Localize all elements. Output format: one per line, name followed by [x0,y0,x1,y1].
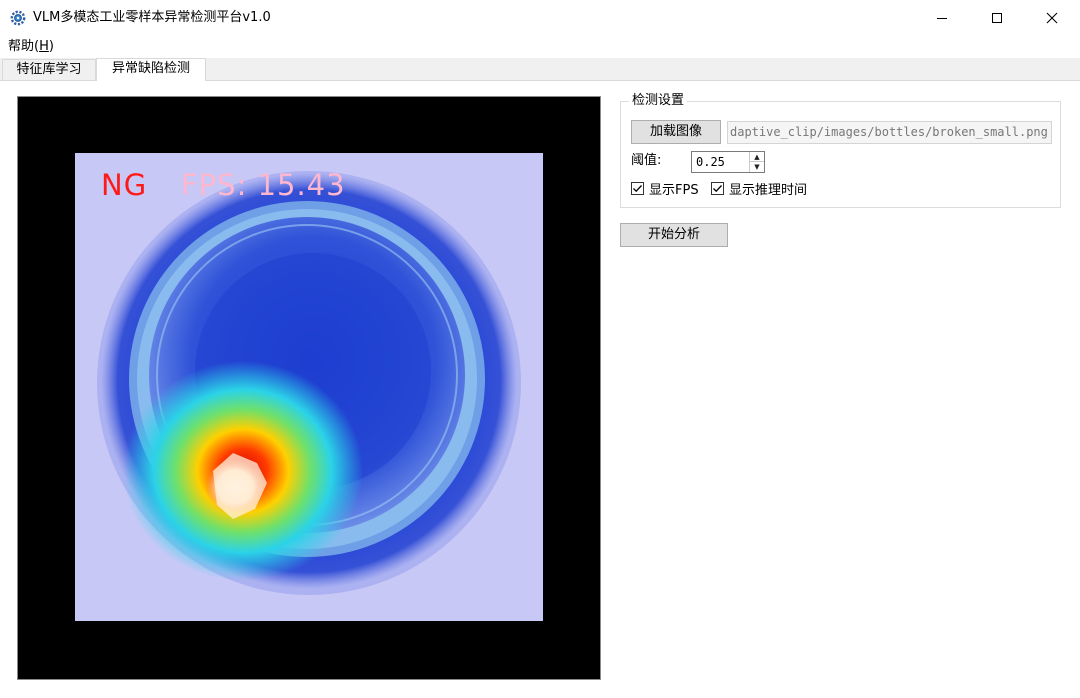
show-inference-time-label: 显示推理时间 [729,182,808,198]
result-image: NG FPS: 15.43 [75,153,543,621]
maximize-button[interactable] [971,0,1023,36]
show-inference-time-checkbox[interactable]: 显示推理时间 [711,180,808,198]
menu-help[interactable]: 帮助(H) [8,39,54,55]
show-fps-checkbox[interactable]: 显示FPS [631,180,699,198]
group-title: 检测设置 [629,93,688,109]
menu-help-label: 帮助( [8,39,40,54]
menu-help-mnemonic: H [39,39,49,54]
checkmark-icon[interactable] [711,181,724,195]
tab-anomaly-detection[interactable]: 异常缺陷检测 [96,58,206,81]
close-button[interactable] [1026,0,1078,36]
tab-content-anomaly-detection: NG FPS: 15.43 检测设置 加载图像 daptive_clip/ima… [0,80,1080,698]
checkmark-icon[interactable] [631,181,644,195]
title-bar: VLM多模态工业零样本异常检测平台v1.0 [0,0,1080,36]
spin-down-icon[interactable]: ▼ [749,162,764,172]
threshold-label: 阈值: [631,153,662,168]
gear-icon [9,9,27,27]
tab-bar: 特征库学习 异常缺陷检测 [0,58,1080,81]
window-title: VLM多模态工业零样本异常检测平台v1.0 [33,10,271,25]
start-analysis-button[interactable]: 开始分析 [620,223,728,247]
spin-up-icon[interactable]: ▲ [749,152,764,162]
tab-feature-library[interactable]: 特征库学习 [2,59,96,80]
fps-overlay: FPS: 15.43 [181,168,346,202]
detection-settings-group: 检测设置 加载图像 daptive_clip/images/bottles/br… [620,93,1061,208]
show-fps-label: 显示FPS [649,182,699,198]
image-viewer: NG FPS: 15.43 [17,96,601,680]
load-image-button[interactable]: 加载图像 [631,120,721,144]
menu-bar: 帮助(H) [0,36,1080,58]
menu-help-close: ) [48,39,54,54]
status-label: NG [101,168,148,202]
anomaly-heatmap [75,153,543,621]
threshold-spinbox[interactable]: 0.25 ▲ ▼ [691,151,765,173]
image-path-field[interactable]: daptive_clip/images/bottles/broken_small… [727,121,1052,144]
image-path-text: daptive_clip/images/bottles/broken_small… [730,125,1048,139]
threshold-value[interactable]: 0.25 [696,154,725,170]
minimize-button[interactable] [916,0,968,36]
